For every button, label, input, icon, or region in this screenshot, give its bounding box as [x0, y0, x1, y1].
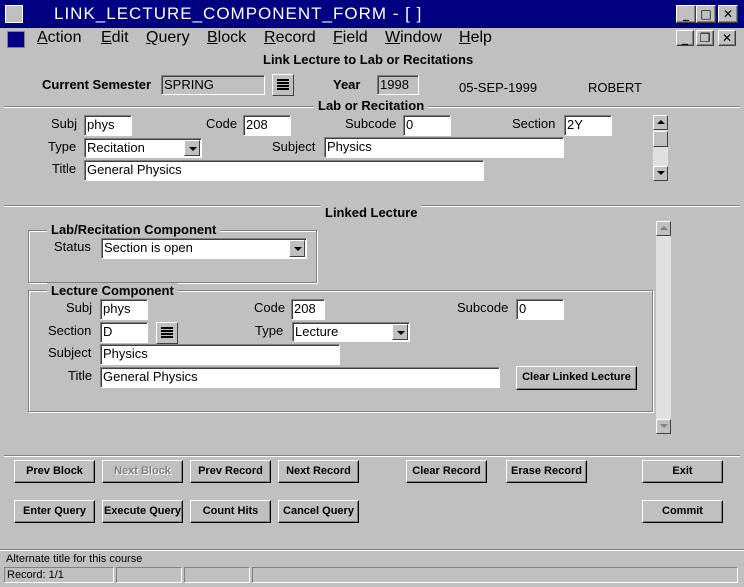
menu-action[interactable]: Action [37, 28, 81, 48]
clear-record-button[interactable]: Clear Record [406, 460, 487, 483]
current-semester-field[interactable]: SPRING [161, 75, 265, 95]
lecture-section-field[interactable]: D [100, 322, 148, 343]
commit-button[interactable]: Commit [642, 500, 723, 523]
status-label: Status [54, 239, 91, 254]
scroll-thumb[interactable] [653, 131, 668, 147]
menu-window[interactable]: Window [385, 28, 442, 48]
status-cell-2 [116, 567, 182, 583]
record-indicator: Record: 1/1 [4, 567, 114, 583]
mdi-close-button[interactable]: ✕ [718, 30, 736, 46]
form-title: Link Lecture to Lab or Recitations [263, 52, 474, 67]
list-icon [277, 79, 289, 91]
erase-record-button[interactable]: Erase Record [506, 460, 587, 483]
semester-list-button[interactable] [272, 74, 294, 96]
lecture-subj-field[interactable]: phys [100, 299, 148, 320]
lab-subcode-field[interactable]: 0 [403, 115, 451, 136]
menu-record[interactable]: Record [264, 28, 316, 48]
lecture-type-select[interactable]: Lecture [292, 322, 410, 342]
lecture-component-title: Lecture Component [47, 283, 178, 299]
lecture-type-label: Type [255, 323, 284, 338]
menu-block[interactable]: Block [207, 28, 246, 48]
lab-section-label: Section [512, 116, 556, 131]
linked-lecture-scrollbar[interactable] [656, 221, 671, 434]
exit-button[interactable]: Exit [642, 460, 723, 483]
enter-query-button[interactable]: Enter Query [14, 500, 95, 523]
scroll-down-button[interactable] [653, 166, 668, 181]
lecture-section-label: Section [48, 323, 92, 338]
document-icon[interactable] [7, 31, 25, 48]
lecture-code-label: Code [254, 300, 286, 315]
lecture-subject-field[interactable]: Physics [100, 344, 340, 365]
lecture-title-field[interactable]: General Physics [100, 367, 500, 388]
prev-block-button[interactable]: Prev Block [14, 460, 95, 483]
chevron-down-icon[interactable] [289, 240, 305, 257]
lecture-section-list-button[interactable] [156, 322, 178, 344]
lab-subject-label: Subject [272, 139, 316, 154]
chevron-down-icon[interactable] [184, 140, 200, 156]
lab-code-field[interactable]: 208 [243, 115, 291, 136]
list-icon [161, 327, 173, 339]
status-select[interactable]: Section is open [101, 238, 307, 259]
window-title: LINK_LECTURE_COMPONENT_FORM - [ ] [54, 4, 423, 23]
status-divider [0, 549, 744, 551]
menu-bar: Action Edit Query Block Record Field Win… [0, 28, 744, 50]
lab-section-field[interactable]: 2Y [564, 115, 612, 136]
lab-record-scrollbar[interactable] [653, 115, 668, 181]
button-area-divider [4, 455, 740, 457]
lecture-code-field[interactable]: 208 [291, 299, 325, 320]
next-record-button[interactable]: Next Record [278, 460, 359, 483]
prev-record-button[interactable]: Prev Record [190, 460, 271, 483]
menu-query[interactable]: Query [146, 28, 190, 48]
lab-section-title: Lab or Recitation [314, 98, 429, 114]
scroll-up-button[interactable] [656, 221, 671, 236]
lab-subj-label: Subj [51, 116, 78, 131]
menu-edit[interactable]: Edit [101, 28, 129, 48]
close-button[interactable]: ✕ [718, 5, 738, 23]
lab-type-select[interactable]: Recitation [84, 138, 202, 158]
current-date: 05-SEP-1999 [459, 80, 538, 95]
lab-subj-field[interactable]: phys [84, 115, 132, 136]
lab-subject-field[interactable]: Physics [324, 137, 564, 158]
lab-title-label: Title [52, 161, 77, 176]
lab-recitation-component-title: Lab/Recitation Component [47, 222, 221, 238]
minimize-button[interactable]: _ [676, 5, 696, 23]
count-hits-button[interactable]: Count Hits [190, 500, 271, 523]
lecture-title-label: Title [68, 368, 93, 383]
cancel-query-button[interactable]: Cancel Query [278, 500, 359, 523]
menu-field[interactable]: Field [333, 28, 368, 48]
current-user: ROBERT [588, 80, 642, 95]
year-label: Year [333, 77, 361, 92]
application-icon[interactable] [5, 5, 23, 23]
current-semester-label: Current Semester [42, 77, 152, 92]
lab-subcode-label: Subcode [345, 116, 397, 131]
lecture-subj-label: Subj [66, 300, 93, 315]
scroll-up-button[interactable] [653, 115, 668, 130]
lab-title-field[interactable]: General Physics [84, 160, 484, 181]
year-field[interactable]: 1998 [377, 75, 419, 95]
mdi-restore-button[interactable]: ❐ [696, 30, 714, 46]
chevron-down-icon[interactable] [392, 324, 408, 340]
next-block-button[interactable]: Next Block [102, 460, 183, 483]
lab-code-label: Code [206, 116, 238, 131]
menu-help[interactable]: Help [459, 28, 492, 48]
status-cell-4 [252, 567, 738, 583]
execute-query-button[interactable]: Execute Query [102, 500, 183, 523]
mdi-minimize-button[interactable]: _ [676, 30, 694, 46]
scroll-down-button[interactable] [656, 419, 671, 434]
clear-linked-lecture-button[interactable]: Clear Linked Lecture [516, 366, 637, 390]
status-hint: Alternate title for this course [6, 553, 143, 565]
lecture-subcode-label: Subcode [457, 300, 509, 315]
linked-section-title: Linked Lecture [321, 205, 422, 221]
maximize-button[interactable]: □ [696, 5, 716, 23]
title-bar: LINK_LECTURE_COMPONENT_FORM - [ ] _ □ ✕ [0, 0, 744, 28]
lecture-subcode-field[interactable]: 0 [516, 299, 564, 320]
lab-type-label: Type [48, 139, 77, 154]
status-cell-3 [184, 567, 250, 583]
lecture-subject-label: Subject [48, 345, 92, 360]
